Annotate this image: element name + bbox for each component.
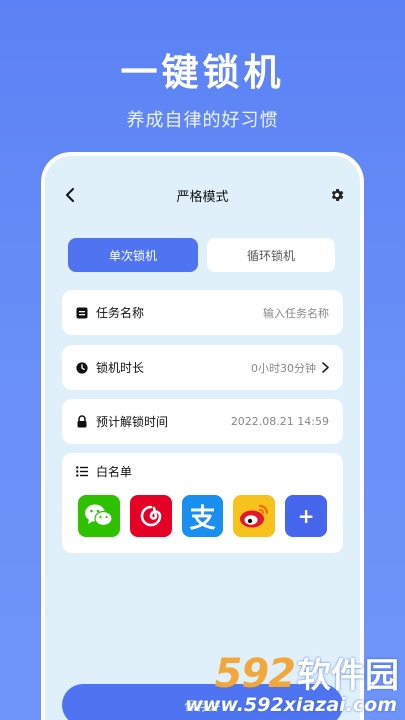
unlock-time-label: 预计解锁时间 (96, 415, 169, 429)
lock-icon (76, 415, 88, 428)
duration-label: 锁机时长 (96, 361, 145, 375)
duration-card[interactable]: 锁机时长 0小时30分钟 (62, 345, 343, 390)
weibo-icon[interactable] (233, 495, 276, 537)
tab-single-lock[interactable]: 单次锁机 (68, 238, 198, 272)
tab-loop-lock[interactable]: 循环锁机 (207, 238, 335, 272)
list-icon (76, 465, 88, 477)
add-app-button[interactable]: + (285, 495, 327, 537)
watermark-number: 592 (214, 651, 296, 697)
whitelist-card: 白名单 支 + (62, 453, 343, 553)
hero-subtitle: 养成自律的好习惯 (126, 110, 279, 131)
nav-bar: 严格模式 (45, 182, 360, 210)
phone-frame: 严格模式 单次锁机 循环锁机 任务名称 输入任务名称 锁机时长 0小时30分钟 … (41, 152, 364, 720)
task-name-label: 任务名称 (96, 306, 145, 320)
unlock-time-card: 预计解锁时间 2022.08.21 14:59 (62, 399, 343, 444)
watermark-brand: 软件园 (297, 656, 399, 696)
chevron-right-icon (322, 362, 329, 373)
netease-music-icon[interactable] (129, 495, 172, 537)
settings-button[interactable] (326, 184, 348, 206)
watermark-logo: 592 软件园 (215, 648, 400, 697)
clock-icon (76, 361, 88, 374)
unlock-time-value: 2022.08.21 14:59 (230, 415, 329, 428)
app-screen: 严格模式 单次锁机 循环锁机 任务名称 输入任务名称 锁机时长 0小时30分钟 … (45, 156, 360, 720)
gear-icon (331, 189, 344, 201)
wechat-icon[interactable] (78, 495, 120, 537)
page-title: 严格模式 (176, 190, 229, 205)
task-name-input[interactable]: 输入任务名称 (263, 305, 329, 321)
watermark-url: www.592xiazai.com (185, 694, 397, 716)
duration-value: 0小时30分钟 (251, 361, 316, 375)
whitelist-label: 白名单 (96, 464, 133, 479)
whitelist-apps: 支 + (62, 495, 343, 537)
document-icon (76, 307, 88, 319)
task-name-card[interactable]: 任务名称 输入任务名称 (62, 290, 343, 335)
alipay-icon[interactable]: 支 (181, 495, 224, 537)
hero-title: 一键锁机 (120, 51, 285, 94)
